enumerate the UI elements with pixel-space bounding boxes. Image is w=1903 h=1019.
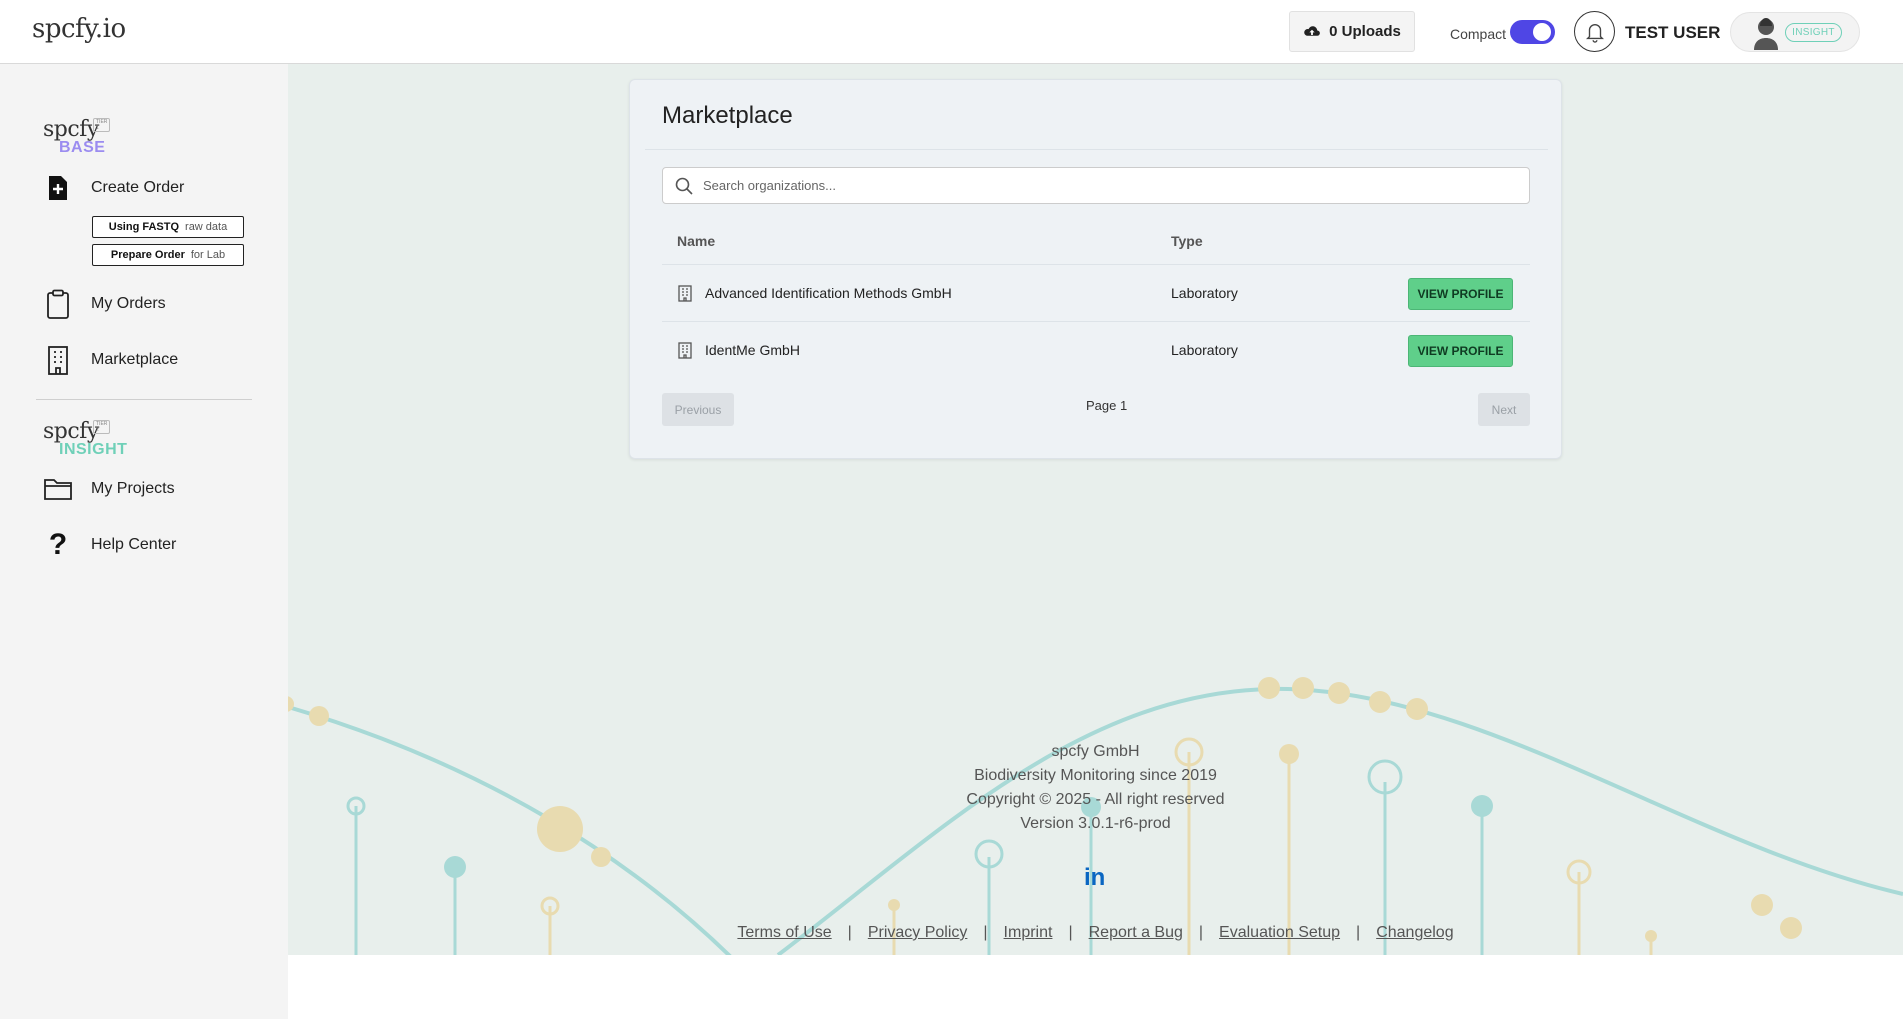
- search-box[interactable]: [662, 167, 1530, 204]
- sidebar-divider: [36, 399, 252, 400]
- bell-icon: [1585, 23, 1604, 43]
- search-icon: [675, 177, 693, 195]
- clipboard-icon: [43, 289, 73, 319]
- plan-badge: INSIGHT: [1785, 23, 1842, 42]
- evaluation-setup-link[interactable]: Evaluation Setup: [1219, 924, 1340, 942]
- uploads-button[interactable]: 0 Uploads: [1289, 11, 1415, 52]
- footer-copyright: Copyright © 2025 - All right reserved: [966, 791, 1225, 808]
- base-brand: spcfy TIER 1 BASE: [43, 117, 111, 156]
- compact-label: Compact: [1450, 26, 1507, 42]
- changelog-link[interactable]: Changelog: [1376, 924, 1453, 942]
- view-profile-button[interactable]: VIEW PROFILE: [1408, 278, 1513, 310]
- privacy-link[interactable]: Privacy Policy: [868, 924, 968, 942]
- table-row: Advanced Identification Methods GmbH Lab…: [662, 265, 1530, 322]
- compact-toggle[interactable]: [1510, 20, 1555, 44]
- insight-brand-sub: INSIGHT: [59, 441, 128, 458]
- footer-version: Version 3.0.1-r6-prod: [1020, 815, 1171, 832]
- uploads-label: 0 Uploads: [1329, 23, 1401, 40]
- file-plus-icon: [43, 173, 73, 203]
- sidebar-item-help-center[interactable]: ? Help Center: [43, 528, 177, 561]
- link-separator: |: [847, 924, 852, 941]
- card-divider: [645, 149, 1548, 150]
- folder-icon: [43, 474, 73, 504]
- cloud-upload-icon: [1304, 25, 1321, 36]
- prepare-order-sub: for Lab: [190, 249, 226, 261]
- link-separator: |: [983, 924, 988, 941]
- building-icon: [678, 342, 692, 359]
- column-header-name[interactable]: Name: [677, 233, 715, 249]
- link-separator: |: [1068, 924, 1073, 941]
- sidebar-item-label: My Projects: [91, 480, 175, 497]
- footer-tagline: Biodiversity Monitoring since 2019: [974, 767, 1217, 784]
- org-type: Laboratory: [1171, 285, 1238, 301]
- sidebar-item-create-order[interactable]: Create Order: [43, 173, 184, 203]
- link-separator: |: [1198, 924, 1204, 941]
- prepare-order-label: Prepare Order: [110, 249, 185, 261]
- sidebar-item-marketplace[interactable]: Marketplace: [43, 345, 178, 375]
- search-input[interactable]: [703, 168, 1523, 203]
- base-brand-tier: TIER 1: [93, 118, 111, 132]
- previous-button[interactable]: Previous: [662, 393, 734, 426]
- profile-menu[interactable]: INSIGHT: [1730, 12, 1860, 52]
- building-icon: [678, 285, 692, 302]
- using-fastq-button[interactable]: Using FASTQ raw data: [92, 216, 244, 238]
- bottom-area: [288, 955, 1903, 1019]
- page-indicator: Page 1: [1086, 398, 1128, 413]
- table-row: IdentMe GmbH Laboratory VIEW PROFILE: [662, 322, 1530, 379]
- imprint-link[interactable]: Imprint: [1004, 924, 1053, 942]
- prepare-order-button[interactable]: Prepare Order for Lab: [92, 244, 244, 266]
- view-profile-button[interactable]: VIEW PROFILE: [1408, 335, 1513, 367]
- insight-brand: spcfy TIER 2 INSIGHT: [43, 419, 127, 458]
- column-header-type[interactable]: Type: [1171, 233, 1203, 249]
- notifications-button[interactable]: [1574, 11, 1615, 52]
- link-separator: |: [1356, 924, 1361, 941]
- next-button[interactable]: Next: [1478, 393, 1530, 426]
- base-brand-sub: BASE: [59, 139, 106, 156]
- sidebar-item-label: My Orders: [91, 295, 166, 312]
- footer-company: spcfy GmbH: [1051, 743, 1140, 760]
- username[interactable]: TEST USER: [1625, 23, 1720, 43]
- app-logo[interactable]: spcfy.io: [32, 14, 126, 44]
- insight-brand-tier: TIER 2: [93, 420, 111, 434]
- avatar-icon: [1754, 18, 1778, 50]
- using-fastq-label: Using FASTQ: [108, 221, 180, 233]
- org-type: Laboratory: [1171, 342, 1238, 358]
- sidebar-item-label: Help Center: [91, 536, 177, 553]
- marketplace-card: Marketplace Name Type Advanced Identific…: [629, 79, 1562, 459]
- report-bug-link[interactable]: Report a Bug: [1089, 924, 1183, 942]
- toggle-knob: [1533, 23, 1551, 41]
- sidebar-item-label: Marketplace: [91, 351, 179, 368]
- building-icon: [43, 345, 73, 375]
- terms-link[interactable]: Terms of Use: [737, 924, 831, 942]
- org-name: IdentMe GmbH: [705, 342, 800, 358]
- footer-links: Terms of Use | Privacy Policy | Imprint …: [288, 924, 1903, 942]
- top-bar: spcfy.io 0 Uploads Compact TEST USER INS…: [0, 0, 1903, 64]
- question-icon: ?: [48, 528, 68, 561]
- linkedin-icon[interactable]: in: [1084, 864, 1105, 892]
- main-content: Marketplace Name Type Advanced Identific…: [288, 64, 1903, 955]
- page-title: Marketplace: [662, 102, 793, 129]
- sidebar: spcfy TIER 1 BASE Create Order Using FAS…: [0, 64, 288, 1019]
- sidebar-item-my-orders[interactable]: My Orders: [43, 289, 166, 319]
- using-fastq-sub: raw data: [185, 221, 228, 233]
- sidebar-item-label: Create Order: [91, 179, 185, 196]
- sidebar-item-my-projects[interactable]: My Projects: [43, 474, 175, 504]
- org-name: Advanced Identification Methods GmbH: [705, 285, 952, 301]
